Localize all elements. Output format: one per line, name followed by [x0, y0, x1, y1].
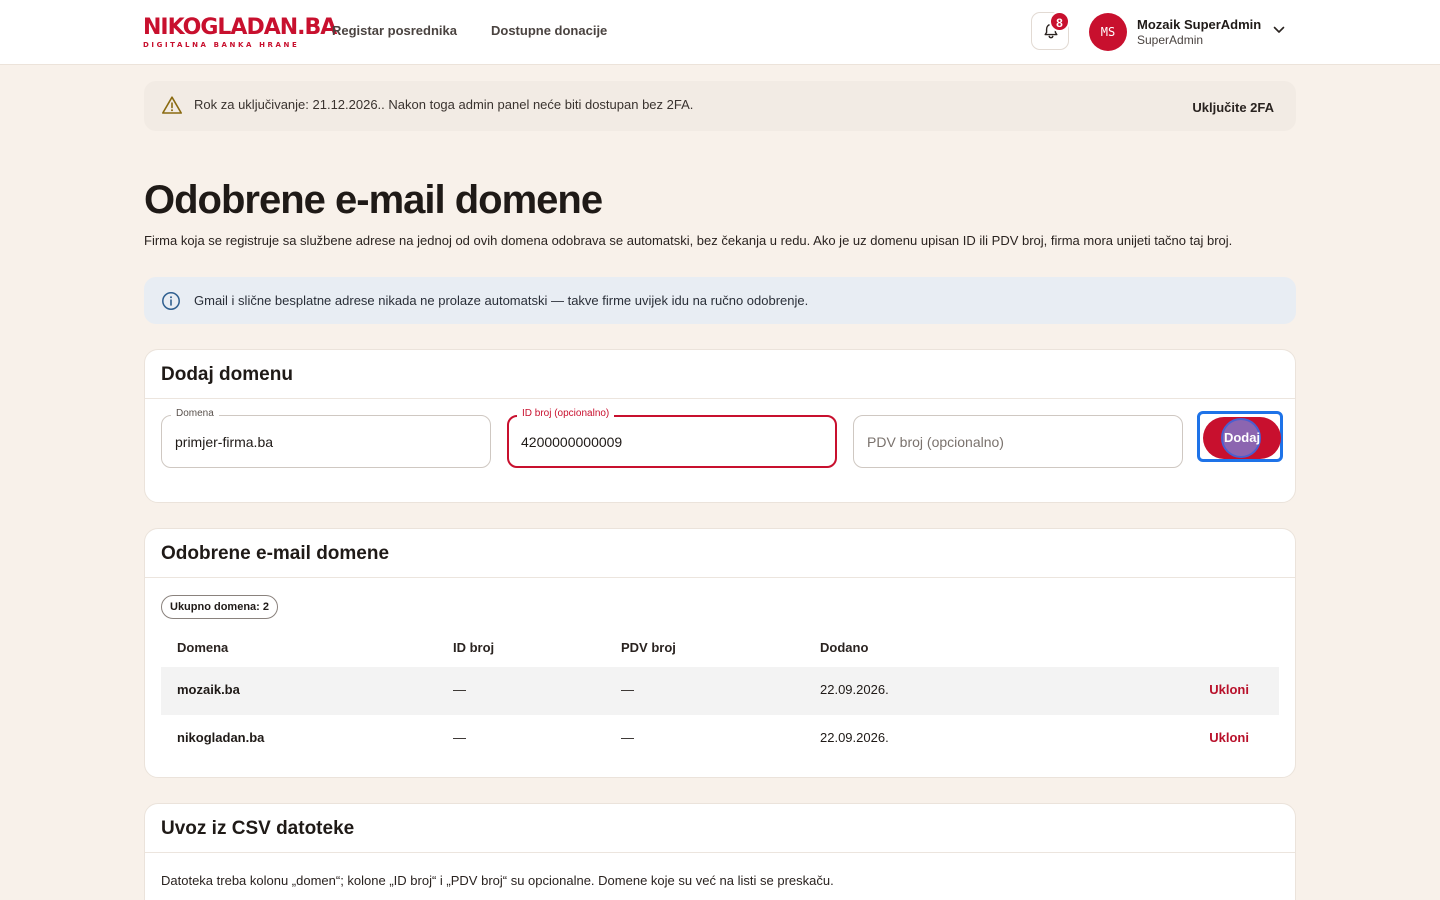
- user-name[interactable]: Mozaik SuperAdmin: [1137, 17, 1261, 32]
- add-domain-title: Dodaj domenu: [161, 364, 293, 385]
- info-notice: Gmail i slične besplatne adrese nikada n…: [144, 277, 1296, 324]
- row-pdv: —: [621, 730, 634, 745]
- avatar[interactable]: MS: [1089, 13, 1127, 51]
- row-id: —: [453, 730, 466, 745]
- approved-domains-title: Odobrene e-mail domene: [161, 543, 390, 564]
- row-id: —: [453, 682, 466, 697]
- nav-registar-posrednika[interactable]: Registar posrednika: [332, 23, 457, 38]
- twofa-deadline-alert: Rok za uključivanje: 21.12.2026.. Nakon …: [144, 81, 1296, 131]
- csv-instructions: Datoteka treba kolonu „domen“; kolone „I…: [161, 873, 834, 888]
- info-icon: [162, 292, 180, 310]
- pdv-number-placeholder: PDV broj (opcionalno): [867, 434, 1004, 450]
- warning-icon: [162, 96, 182, 114]
- row-added: 22.09.2026.: [820, 682, 889, 697]
- top-bar: NIKOGLADAN.BA DIGITALNA BANKA HRANE Regi…: [0, 0, 1440, 65]
- page-title: Odobrene e-mail domene: [144, 178, 603, 222]
- divider: [145, 577, 1295, 578]
- id-number-input[interactable]: ID broj (opcionalno) 4200000000009: [507, 408, 837, 468]
- column-added: Dodano: [820, 640, 869, 655]
- id-number-input-value: 4200000000009: [521, 434, 623, 450]
- column-domain: Domena: [177, 640, 229, 655]
- table-row: nikogladan.ba — — 22.09.2026. Ukloni: [161, 715, 1279, 763]
- nav-dostupne-donacije[interactable]: Dostupne donacije: [491, 23, 607, 38]
- logo-tagline: DIGITALNA BANKA HRANE: [143, 41, 300, 49]
- row-added: 22.09.2026.: [820, 730, 889, 745]
- notification-count-badge: 8: [1049, 11, 1070, 32]
- divider: [145, 852, 1295, 853]
- divider: [145, 398, 1295, 399]
- logo-wordmark: NIKOGLADAN.BA: [143, 15, 337, 40]
- page-description: Firma koja se registruje sa službene adr…: [144, 233, 1233, 248]
- table-row: mozaik.ba — — 22.09.2026. Ukloni: [161, 667, 1279, 715]
- info-text: Gmail i slične besplatne adrese nikada n…: [194, 293, 809, 308]
- approved-domains-card: Odobrene e-mail domene Ukupno domena: 2 …: [144, 528, 1296, 778]
- domain-count-badge: Ukupno domena: 2: [161, 595, 279, 619]
- pdv-number-input[interactable]: PDV broj (opcionalno): [853, 415, 1183, 468]
- logo[interactable]: NIKOGLADAN.BA DIGITALNA BANKA HRANE: [143, 15, 337, 50]
- column-pdv: PDV broj: [621, 640, 676, 655]
- domain-input[interactable]: Domena primjer-firma.ba: [161, 408, 491, 468]
- user-role: SuperAdmin: [1137, 33, 1204, 47]
- add-domain-button-label: Dodaj: [1223, 430, 1261, 445]
- row-domain: mozaik.ba: [177, 682, 240, 697]
- domain-input-label: Domena: [171, 408, 219, 419]
- remove-domain-button[interactable]: Ukloni: [1209, 682, 1249, 697]
- csv-import-card: Uvoz iz CSV datoteke Datoteka treba kolo…: [144, 803, 1296, 900]
- table-header: Domena ID broj PDV broj Dodano: [161, 635, 1279, 667]
- row-pdv: —: [621, 682, 634, 697]
- csv-import-title: Uvoz iz CSV datoteke: [161, 818, 355, 839]
- add-domain-card: Dodaj domenu Domena primjer-firma.ba ID …: [144, 349, 1296, 503]
- chevron-down-icon[interactable]: [1273, 26, 1285, 34]
- id-number-input-label: ID broj (opcionalno): [517, 408, 615, 419]
- remove-domain-button[interactable]: Ukloni: [1209, 730, 1249, 745]
- row-domain: nikogladan.ba: [177, 730, 265, 745]
- alert-text: Rok za uključivanje: 21.12.2026.. Nakon …: [194, 97, 694, 112]
- domain-input-value: primjer-firma.ba: [175, 434, 274, 450]
- add-button-focus-ring: Dodaj: [1197, 411, 1283, 462]
- enable-2fa-button[interactable]: Uključite 2FA: [1192, 100, 1274, 115]
- column-id: ID broj: [453, 640, 495, 655]
- add-domain-button[interactable]: Dodaj: [1203, 417, 1281, 459]
